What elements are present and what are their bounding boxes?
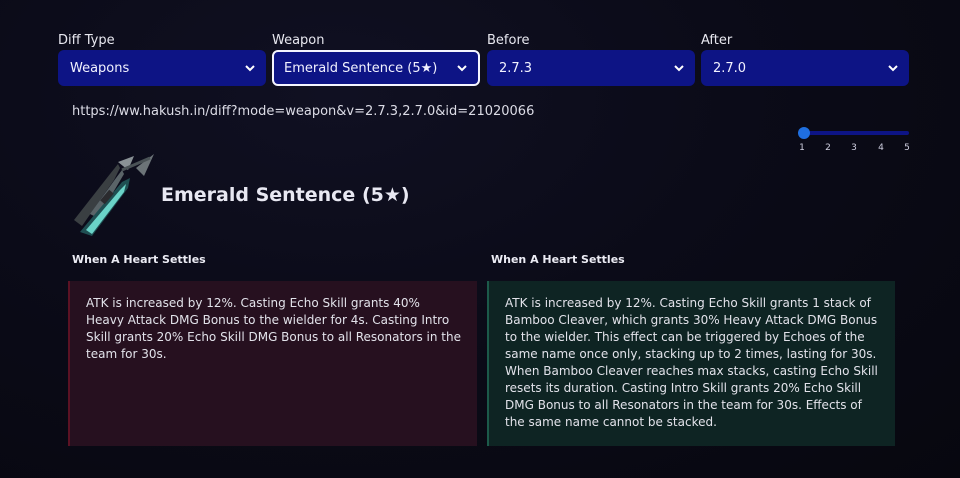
weapon-value: Emerald Sentence (5★) [284,60,438,76]
after-skill-name: When A Heart Settles [491,253,625,266]
chevron-down-icon [457,65,467,72]
diff-type-label: Diff Type [58,33,115,48]
before-label: Before [487,33,530,48]
after-description-panel: ATK is increased by 12%. Casting Echo Sk… [487,281,895,446]
before-version-value: 2.7.3 [499,60,533,76]
filter-bar: Diff Type Weapons Weapon Emerald Sentenc… [58,32,909,86]
weapon-filter: Weapon Emerald Sentence (5★) [272,32,480,86]
slider-tick: 5 [904,143,910,153]
after-version-select[interactable]: 2.7.0 [701,50,909,86]
slider-ticks: 1 2 3 4 5 [797,143,913,155]
slider-tick: 4 [878,143,884,153]
slider-tick: 2 [825,143,831,153]
after-description-text: ATK is increased by 12%. Casting Echo Sk… [505,296,878,361]
weapon-select[interactable]: Emerald Sentence (5★) [272,50,480,86]
after-label: After [701,33,733,48]
after-version-value: 2.7.0 [713,60,747,76]
chevron-down-icon [245,65,255,72]
refinement-slider[interactable]: 1 2 3 4 5 [797,126,913,156]
before-description-text: ATK is increased by 12%. Casting Echo Sk… [86,296,461,361]
before-description-panel: ATK is increased by 12%. Casting Echo Sk… [68,281,477,446]
slider-track[interactable] [803,131,909,135]
slider-tick: 1 [799,143,805,153]
slider-tick: 3 [851,143,857,153]
chevron-down-icon [888,65,898,72]
chevron-down-icon [674,65,684,72]
slider-thumb[interactable] [798,127,810,139]
before-version-select[interactable]: 2.7.3 [487,50,695,86]
after-description-text: When Bamboo Cleaver reaches max stacks, … [505,364,878,429]
diff-type-select[interactable]: Weapons [58,50,266,86]
before-filter: Before 2.7.3 [487,32,695,86]
weapon-title: Emerald Sentence (5★) [161,184,410,206]
before-skill-name: When A Heart Settles [72,253,206,266]
diff-type-filter: Diff Type Weapons [58,32,266,86]
weapon-image [74,154,154,236]
weapon-label: Weapon [272,33,325,48]
share-url[interactable]: https://ww.hakush.in/diff?mode=weapon&v=… [72,104,534,119]
diff-type-value: Weapons [70,60,130,76]
after-filter: After 2.7.0 [701,32,909,86]
